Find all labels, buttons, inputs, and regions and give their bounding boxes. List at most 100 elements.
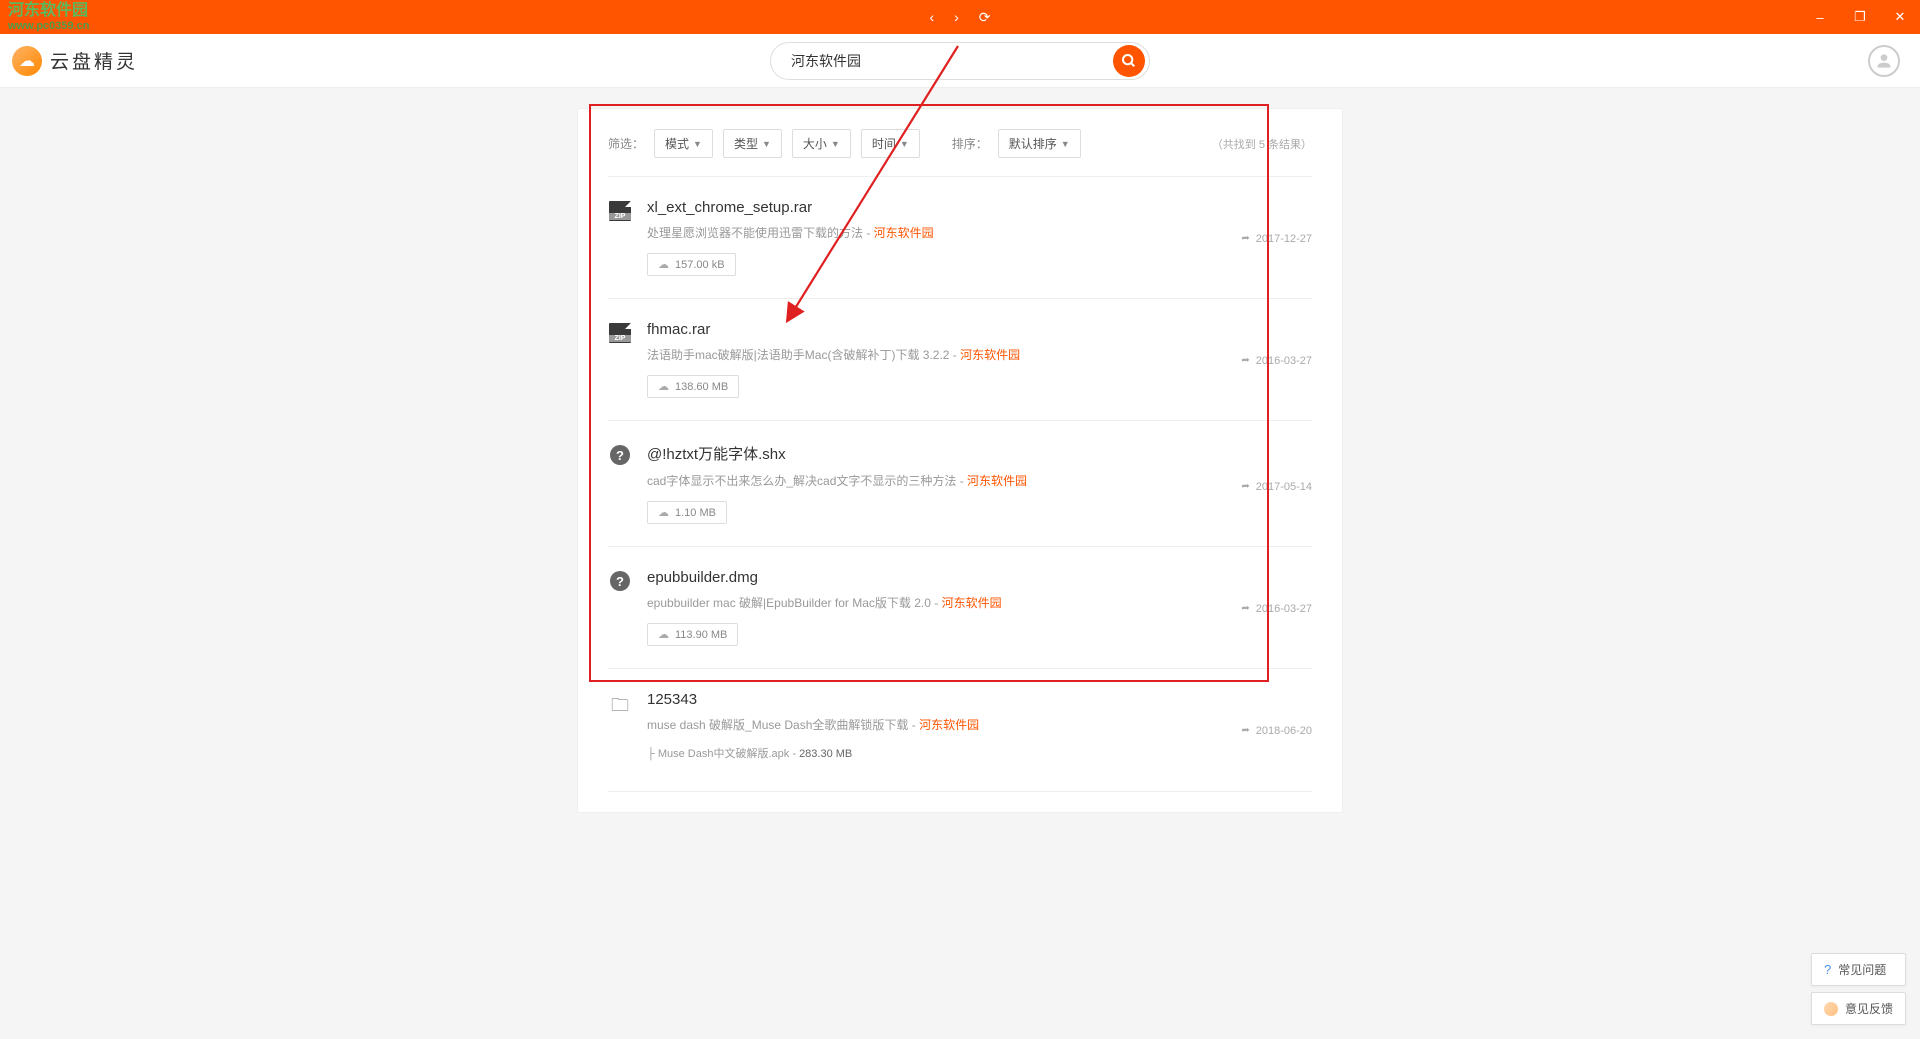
share-icon: ➦ [1241,233,1249,244]
highlight-text: 河东软件园 [942,596,1002,610]
maximize-button[interactable]: ❐ [1840,0,1880,34]
watermark: 河东软件园 www.pc0359.cn [8,0,90,32]
results-list: xl_ext_chrome_setup.rar 处理星愿浏览器不能使用迅雷下载的… [608,177,1312,792]
zip-icon [609,323,631,343]
filter-mode-button[interactable]: 模式 ▼ [654,129,713,158]
nav-controls: ‹ › ⟳ [925,5,994,30]
caret-down-icon: ▼ [900,139,909,149]
caret-down-icon: ▼ [1061,139,1070,149]
result-date: 2016-03-27 [1256,355,1312,367]
result-description: 处理星愿浏览器不能使用迅雷下载的方法 - 河东软件园 [647,224,934,241]
filter-size-button[interactable]: 大小 ▼ [792,129,851,158]
result-description: epubbuilder mac 破解|EpubBuilder for Mac版下… [647,594,1002,611]
result-title: xl_ext_chrome_setup.rar [647,199,812,216]
chevron-right-icon: › [954,9,959,25]
logo[interactable]: ☁ 云盘精灵 [12,46,138,76]
size-badge[interactable]: ☁138.60 MB [647,375,739,398]
size-badge[interactable]: ☁ 113.90 MB [647,623,738,646]
filter-time-label: 时间 [872,135,896,152]
content-area: 筛选： 模式 ▼ 类型 ▼ 大小 ▼ 时间 ▼ 排序： 默认排序 ▼ [0,88,1920,1039]
user-icon [1874,51,1894,71]
search-box [770,42,1150,80]
minimize-icon: – [1816,10,1823,25]
result-title: epubbuilder.dmg [647,569,758,586]
refresh-icon: ⟳ [979,9,991,25]
result-date: 2017-05-14 [1256,481,1312,493]
size-badge[interactable]: ☁ 1.10 MB [647,501,727,524]
nav-forward-button[interactable]: › [950,5,963,29]
highlight-text: 河东软件园 [960,348,1020,362]
search-button[interactable] [1113,45,1145,77]
size-value: 157.00 kB [675,259,725,271]
faq-label: 常见问题 [1838,961,1886,978]
filter-type-button[interactable]: 类型 ▼ [723,129,782,158]
result-description: cad字体显示不出来怎么办_解决cad文字不显示的三种方法 - 河东软件园 [647,472,1027,489]
logo-icon: ☁ [12,46,42,76]
caret-down-icon: ▼ [831,139,840,149]
result-item[interactable]: xl_ext_chrome_setup.rar 处理星愿浏览器不能使用迅雷下载的… [608,177,1312,299]
search-input[interactable] [791,53,1113,69]
cloud-download-icon: ☁ [658,628,669,641]
result-description: 法语助手mac破解版|法语助手Mac(含破解补丁)下载 3.2.2 - 河东软件… [647,346,1020,363]
results-panel: 筛选： 模式 ▼ 类型 ▼ 大小 ▼ 时间 ▼ 排序： 默认排序 ▼ [577,108,1343,813]
float-buttons: ? 常见问题 意见反馈 [1811,953,1906,1025]
subfile-size: 283.30 MB [799,748,852,760]
result-item[interactable]: ? epubbuilder.dmg epubbuilder mac 破解|Epu… [608,547,1312,669]
unknown-file-icon: ? [610,445,630,465]
sort-default-button[interactable]: 默认排序 ▼ [998,129,1081,158]
minimize-button[interactable]: – [1800,0,1840,34]
filter-size-label: 大小 [803,135,827,152]
size-badge[interactable]: ☁ 157.00 kB [647,253,736,276]
size-value: 1.10 MB [675,507,716,519]
share-icon: ➦ [1241,725,1249,736]
result-title: @!hztxt万能字体.shx [647,443,786,464]
result-meta: ➦ 2016-03-27 [1241,355,1312,367]
logo-text: 云盘精灵 [50,47,138,74]
result-icon-cell [608,199,632,276]
close-icon: ✕ [1895,9,1906,24]
avatar[interactable] [1868,45,1900,77]
maximize-icon: ❐ [1854,9,1866,24]
subfile: ├ Muse Dash中文破解版.apk - 283.30 MB [647,745,1312,761]
size-value: 113.90 MB [675,629,727,641]
result-body: xl_ext_chrome_setup.rar 处理星愿浏览器不能使用迅雷下载的… [647,199,1312,276]
filter-time-button[interactable]: 时间 ▼ [861,129,920,158]
filter-type-label: 类型 [734,135,758,152]
window-controls: – ❐ ✕ [1800,0,1920,34]
nav-back-button[interactable]: ‹ [925,5,938,29]
result-count: （共找到 5 条结果） [1212,136,1312,152]
result-date: 2016-03-27 [1256,603,1312,615]
result-title: 125343 [647,691,697,708]
result-description: muse dash 破解版_Muse Dash全歌曲解锁版下载 - 河东软件园 [647,716,979,733]
result-meta: ➦2017-12-27 [1241,233,1312,245]
nav-refresh-button[interactable]: ⟳ [975,5,995,30]
result-item[interactable]: ? @!hztxt万能字体.shx cad字体显示不出来怎么办_解决cad文字不… [608,421,1312,547]
filter-label: 筛选： [608,135,644,152]
close-button[interactable]: ✕ [1880,0,1920,34]
feedback-button[interactable]: 意见反馈 [1811,992,1906,1025]
caret-down-icon: ▼ [693,139,702,149]
sort-section: 排序： 默认排序 ▼ [952,129,1081,158]
size-value: 138.60 MB [675,381,728,393]
result-date: 2018-06-20 [1256,725,1312,737]
feedback-label: 意见反馈 [1845,1000,1893,1017]
highlight-text: 河东软件园 [919,718,979,732]
face-icon [1824,1002,1838,1016]
faq-button[interactable]: ? 常见问题 [1811,953,1906,986]
question-icon: ? [1824,962,1831,977]
filter-mode-label: 模式 [665,135,689,152]
result-body: 125343 muse dash 破解版_Muse Dash全歌曲解锁版下载 -… [647,691,1312,769]
chevron-left-icon: ‹ [929,9,934,25]
cloud-download-icon: ☁ [658,506,669,519]
folder-icon: 🗀 [611,693,629,769]
result-item[interactable]: fhmac.rar 法语助手mac破解版|法语助手Mac(含破解补丁)下载 3.… [608,299,1312,421]
share-icon: ➦ [1241,355,1249,366]
title-bar: 河东软件园 www.pc0359.cn ‹ › ⟳ – ❐ ✕ [0,0,1920,34]
unknown-file-icon: ? [610,571,630,591]
cloud-download-icon: ☁ [658,258,669,271]
result-item[interactable]: 🗀 125343 muse dash 破解版_Muse Dash全歌曲解锁版下载… [608,669,1312,792]
sort-default-label: 默认排序 [1009,135,1057,152]
result-body: fhmac.rar 法语助手mac破解版|法语助手Mac(含破解补丁)下载 3.… [647,321,1312,398]
result-title: fhmac.rar [647,321,710,338]
search-icon [1121,53,1137,69]
